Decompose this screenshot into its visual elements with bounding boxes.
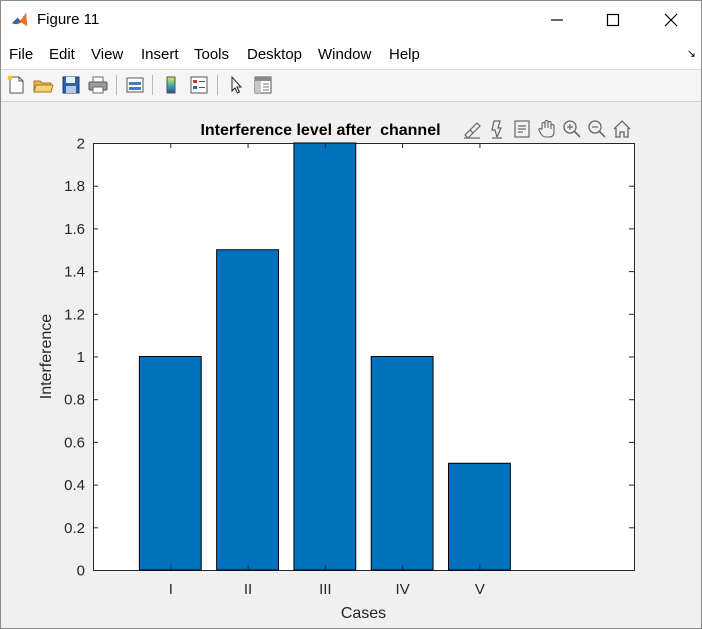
matlab-logo-icon: [10, 10, 29, 29]
minimize-icon: [551, 19, 563, 21]
minimize-button[interactable]: [528, 1, 586, 39]
chart-title: Interference level after channel: [200, 122, 440, 139]
window-title: Figure 11: [37, 11, 100, 28]
title-bar: Figure 11: [1, 1, 701, 39]
x-tick-label: II: [244, 581, 252, 598]
close-icon: [664, 13, 678, 27]
figure-toolbar: [1, 70, 701, 102]
bar-III: [293, 142, 357, 571]
y-tick-label: 1.6: [64, 221, 85, 238]
data-tips-icon[interactable]: [486, 118, 508, 140]
maximize-icon: [606, 13, 620, 27]
menu-view[interactable]: View: [91, 46, 123, 63]
legend-icon[interactable]: [188, 74, 210, 96]
figure-window: Figure 11 File Edit View Insert Tools De…: [0, 0, 702, 629]
y-tick-label: 0.6: [64, 434, 85, 451]
x-tick-label: IV: [396, 581, 410, 598]
open-file-icon[interactable]: [32, 74, 54, 96]
menu-help[interactable]: Help: [389, 46, 420, 63]
zoom-out-icon[interactable]: [586, 118, 608, 140]
y-tick-label: 0: [77, 563, 85, 580]
x-axis-label: Cases: [341, 605, 386, 622]
bar-I: [138, 356, 202, 571]
home-icon[interactable]: [611, 118, 633, 140]
x-tick-label: V: [475, 581, 485, 598]
export-icon[interactable]: [511, 118, 533, 140]
y-tick-label: 2: [77, 136, 85, 153]
y-tick-label: 0.8: [64, 392, 85, 409]
bar-II: [216, 249, 279, 571]
menu-window[interactable]: Window: [318, 46, 371, 63]
y-tick-label: 0.4: [64, 477, 85, 494]
menu-bar: File Edit View Insert Tools Desktop Wind…: [1, 39, 701, 70]
bar-chart: 00.20.40.60.811.21.41.61.82I II III IV VInte…: [38, 122, 635, 622]
menu-tools[interactable]: Tools: [194, 46, 229, 63]
pan-icon[interactable]: [536, 118, 558, 140]
bar-IV: [370, 356, 434, 571]
y-axis-label: Interference: [38, 314, 55, 399]
colorbar-icon[interactable]: [160, 74, 182, 96]
save-icon[interactable]: [60, 74, 82, 96]
print-icon[interactable]: [87, 74, 109, 96]
close-button[interactable]: [642, 1, 700, 39]
y-tick-label: 0.2: [64, 520, 85, 537]
link-plot-icon[interactable]: [124, 74, 146, 96]
menu-edit[interactable]: Edit: [49, 46, 75, 63]
y-tick-label: 1.8: [64, 178, 85, 195]
y-tick-label: 1.2: [64, 306, 85, 323]
y-tick-label: 1: [77, 349, 85, 366]
toolbar-separator: [217, 75, 218, 95]
toolbar-separator: [116, 75, 117, 95]
menu-desktop[interactable]: Desktop: [247, 46, 302, 63]
x-tick-label: I: [169, 581, 173, 598]
menu-file[interactable]: File: [9, 46, 33, 63]
maximize-button[interactable]: [584, 1, 642, 39]
x-tick-label: III: [319, 581, 332, 598]
edit-plot-icon[interactable]: [225, 74, 247, 96]
property-inspector-icon[interactable]: [252, 74, 274, 96]
zoom-in-icon[interactable]: [561, 118, 583, 140]
y-tick-label: 1.4: [64, 264, 85, 281]
bar-V: [448, 462, 511, 571]
dock-arrow-icon[interactable]: ↘: [687, 47, 696, 60]
figure-canvas: 0 0.2 0.4 0.6 0.8 1 1.2 1.4 1.6 1.8 2 I II III IV V Inte…: [1, 102, 701, 628]
toolbar-separator: [152, 75, 153, 95]
brush-icon[interactable]: [461, 118, 483, 140]
new-figure-icon[interactable]: [5, 74, 27, 96]
menu-insert[interactable]: Insert: [141, 46, 179, 63]
